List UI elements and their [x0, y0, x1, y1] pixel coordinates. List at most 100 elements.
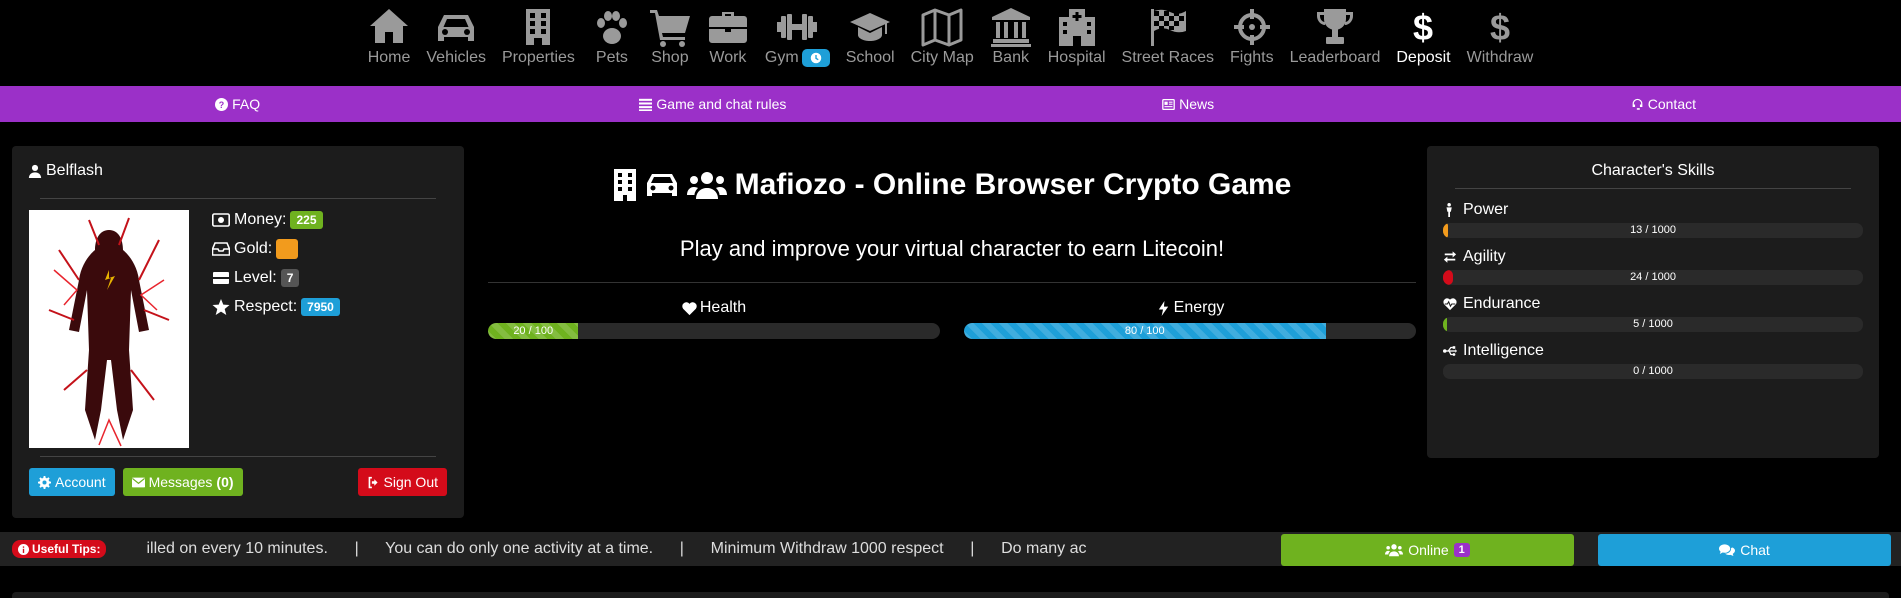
nav-leaderboard[interactable]: Leaderboard — [1282, 6, 1389, 67]
nav-deposit[interactable]: $ Deposit — [1388, 6, 1458, 67]
nav-gym[interactable]: Gym — [757, 6, 838, 67]
title-text: Mafiozo - Online Browser Crypto Game — [734, 168, 1292, 201]
car-icon — [646, 174, 677, 196]
health-progress-fill: 20 / 100 — [488, 323, 579, 339]
skill-label: Intelligence — [1443, 342, 1863, 360]
nav-home[interactable]: Home — [360, 6, 419, 67]
skill-agility-icon — [1443, 251, 1457, 263]
money-label: Money: — [234, 211, 287, 228]
money-badge: 225 — [290, 211, 323, 229]
nav-properties[interactable]: Properties — [494, 6, 583, 67]
nav-label-text: Leaderboard — [1289, 49, 1381, 66]
paw-icon — [596, 11, 627, 44]
skill-value: 13 / 1000 — [1630, 224, 1676, 236]
skill-name: Endurance — [1463, 295, 1541, 312]
skill-endurance-icon — [1443, 298, 1457, 311]
main-content: Belflash Money: 225 Gold: Level: 7 Respe… — [0, 122, 1901, 542]
nav-label: Home — [368, 49, 411, 67]
rules-link[interactable]: Game and chat rules — [475, 96, 950, 112]
car-icon — [438, 15, 475, 41]
checkered-flag-icon — [1150, 9, 1186, 46]
nav-vehicles[interactable]: Vehicles — [418, 6, 494, 67]
briefcase-icon — [708, 12, 747, 43]
list-icon — [639, 98, 653, 111]
stat-money: Money: 225 — [212, 210, 340, 230]
nav-label-text: Vehicles — [426, 49, 486, 66]
nav-label: Street Races — [1122, 49, 1214, 67]
dollar-icon: $ — [1490, 7, 1510, 48]
level-label: Level: — [234, 269, 277, 286]
messages-label: Messages — [148, 474, 213, 490]
nav-label: Vehicles — [426, 49, 486, 67]
users-icon — [686, 172, 727, 199]
bolt-icon — [1158, 300, 1168, 316]
nav-bank[interactable]: Bank — [982, 6, 1040, 67]
nav-label-text: Properties — [501, 49, 575, 66]
nav-label-text: Work — [709, 49, 747, 66]
sign-out-button[interactable]: Sign Out — [357, 468, 447, 496]
building-icon — [526, 9, 551, 45]
skill-name: Intelligence — [1463, 342, 1544, 359]
nav-label-text: Deposit — [1396, 49, 1451, 66]
account-label: Account — [55, 474, 106, 490]
username: Belflash — [46, 162, 103, 179]
skill-name: Power — [1463, 201, 1509, 218]
news-label: News — [1179, 96, 1215, 112]
nav-pets[interactable]: Pets — [583, 6, 641, 67]
skill-progress-bar: 24 / 1000 — [1443, 270, 1863, 285]
respect-label: Respect: — [234, 298, 298, 315]
stat-respect: Respect: 7950 — [212, 297, 340, 317]
online-button[interactable]: Online 1 — [1281, 534, 1574, 566]
nav-label-text: School — [845, 49, 895, 66]
news-link[interactable]: News — [951, 96, 1426, 112]
top-navigation: Home Vehicles Properties Pets Shop Work Gym Sch… — [0, 0, 1901, 86]
nav-withdraw[interactable]: $ Withdraw — [1459, 6, 1542, 67]
faq-link[interactable]: ? FAQ — [0, 96, 475, 112]
skill-power-icon — [1446, 203, 1452, 217]
profile-card: Belflash Money: 225 Gold: Level: 7 Respe… — [12, 146, 464, 518]
subtitle: Play and improve your virtual character … — [679, 236, 1225, 261]
profile-name: Belflash — [28, 162, 448, 180]
respect-badge: 7950 — [301, 298, 340, 316]
skill-name: Agility — [1463, 248, 1506, 265]
messages-button[interactable]: Messages (0) — [122, 468, 243, 496]
nav-label-text: Home — [367, 49, 411, 66]
stat-gold: Gold: — [212, 239, 340, 259]
nav-label: Fights — [1230, 49, 1274, 67]
skill-agility: Agility 24 / 1000 — [1443, 248, 1863, 285]
skills-list: Power 13 / 1000 Agility 24 / 1000 Endurance 5… — [1443, 201, 1863, 379]
nav-label-text: Gym — [764, 49, 799, 66]
nav-city-map[interactable]: City Map — [903, 6, 982, 67]
level-icon — [213, 272, 229, 284]
sign-out-label: Sign Out — [383, 474, 438, 490]
level-badge: 7 — [280, 269, 300, 287]
online-label: Online — [1408, 542, 1449, 558]
skill-value: 0 / 1000 — [1633, 365, 1673, 377]
footer-panel — [12, 592, 1889, 598]
nav-label-text: Street Races — [1121, 49, 1215, 66]
contact-link[interactable]: Contact — [1426, 96, 1901, 112]
nav-work[interactable]: Work — [699, 6, 757, 67]
health-progress-bar: 20 / 100 — [488, 323, 940, 339]
nav-shop[interactable]: Shop — [641, 6, 699, 67]
online-count-badge: 1 — [1453, 543, 1470, 557]
nav-street-races[interactable]: Street Races — [1114, 6, 1222, 67]
chat-button[interactable]: Chat — [1598, 534, 1891, 566]
skills-title: Character's Skills — [1455, 162, 1851, 189]
energy-label-text: Energy — [1173, 299, 1225, 316]
account-button[interactable]: Account — [29, 468, 115, 496]
nav-label-text: Bank — [992, 49, 1029, 66]
skill-label: Endurance — [1443, 295, 1863, 313]
users-icon — [1385, 544, 1404, 557]
home-icon — [370, 9, 409, 43]
nav-fights[interactable]: Fights — [1222, 6, 1282, 67]
svg-text:?: ? — [219, 99, 224, 109]
nav-hospital[interactable]: Hospital — [1040, 6, 1114, 67]
nav-label: Work — [709, 49, 746, 67]
skill-value: 24 / 1000 — [1630, 271, 1676, 283]
nav-label-text: Fights — [1230, 49, 1274, 66]
nav-label: Shop — [651, 49, 688, 67]
nav-school[interactable]: School — [838, 6, 903, 67]
game-overview: Mafiozo - Online Browser Crypto Game Pla… — [488, 146, 1416, 339]
energy-bar-group: Energy 80 / 100 — [964, 299, 1416, 339]
